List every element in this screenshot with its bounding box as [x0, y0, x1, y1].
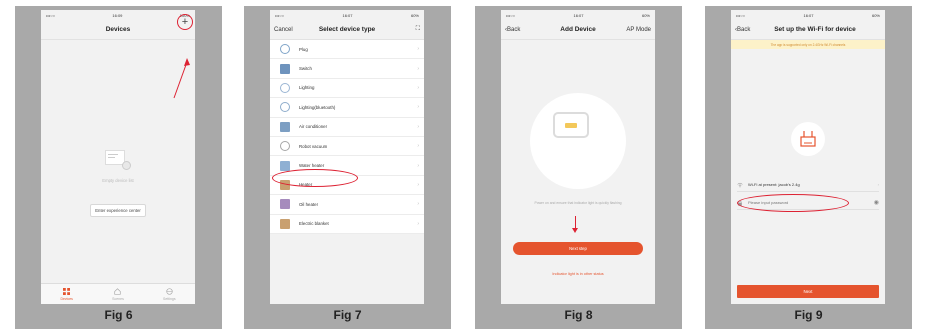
- bulb-icon: [280, 82, 290, 93]
- back-button[interactable]: ‹Back: [505, 27, 520, 33]
- device-type-label: Water heater: [299, 163, 325, 169]
- back-label: Back: [737, 26, 751, 33]
- eye-icon[interactable]: ◉: [874, 199, 879, 206]
- wifi-icon: [737, 182, 743, 187]
- device-type-label: Lighting(bluetooth): [299, 104, 336, 110]
- back-label: Back: [507, 26, 521, 33]
- fig8-panel: •••○○ 16:07 60% ‹Back Add Device AP Mode…: [475, 6, 682, 329]
- carrier-signal: •••○○: [736, 12, 746, 18]
- device-type-label: Oil heater: [299, 201, 319, 207]
- status-time: 16:07: [573, 12, 584, 18]
- figure-label: Fig 8: [564, 308, 593, 322]
- switch-icon: [280, 63, 290, 74]
- air-conditioner-icon: [280, 121, 290, 132]
- back-button[interactable]: ‹Back: [735, 27, 750, 33]
- scan-icon[interactable]: ⛶: [416, 26, 420, 33]
- chevron-right-icon: ›: [417, 104, 419, 111]
- page-title: Add Device: [560, 26, 596, 33]
- carrier-signal: •••○○: [506, 12, 516, 18]
- password-highlight: [737, 194, 849, 212]
- fig8-screen: •••○○ 16:07 60% ‹Back Add Device AP Mode…: [501, 10, 655, 304]
- vacuum-device-icon: [553, 112, 589, 138]
- figure-label: Fig 6: [104, 308, 133, 322]
- chevron-right-icon: ›: [417, 201, 419, 208]
- battery-level: 60%: [641, 12, 650, 18]
- plug-icon: [280, 44, 290, 55]
- device-type-label: Electric blanket: [299, 221, 329, 227]
- chevron-right-icon: ›: [877, 182, 879, 187]
- nav-bar: ‹Back Set up the Wi-Fi for device: [731, 20, 885, 40]
- fig9-screen: •••○○ 16:07 60% ‹Back Set up the Wi-Fi f…: [731, 10, 885, 304]
- device-type-label: Switch: [299, 66, 312, 72]
- cancel-button[interactable]: Cancel: [274, 27, 293, 33]
- fig9-panel: •••○○ 16:07 60% ‹Back Set up the Wi-Fi f…: [705, 6, 912, 329]
- bulb-bluetooth-icon: [280, 102, 290, 113]
- robot-vacuum-highlight: [272, 169, 358, 187]
- device-type-item[interactable]: Electric blanket ›: [270, 214, 424, 234]
- oil-heater-icon: [280, 199, 290, 210]
- device-type-item[interactable]: Plug ›: [270, 40, 424, 60]
- fig6-panel: •••○○ 16:09 100% Devices + Empty device …: [15, 6, 222, 329]
- page-title: Set up the Wi-Fi for device: [774, 26, 856, 33]
- annotation-arrow: [173, 58, 190, 99]
- indicator-light-icon: [565, 123, 577, 128]
- device-type-item[interactable]: Switch ›: [270, 59, 424, 79]
- device-type-item[interactable]: Air conditioner ›: [270, 117, 424, 137]
- battery-level: 60%: [410, 12, 419, 18]
- device-type-label: Robot vacuum: [299, 143, 328, 149]
- device-type-item[interactable]: Oil heater ›: [270, 195, 424, 215]
- status-bar: •••○○ 16:07 60%: [270, 10, 424, 20]
- illustration-circle: [530, 93, 626, 189]
- chevron-right-icon: ›: [417, 162, 419, 169]
- status-time: 16:07: [342, 12, 353, 18]
- status-bar: •••○○ 16:07 60%: [501, 10, 655, 20]
- wifi-network-label: Wi-Fi at present: jacob's 2.4g: [748, 182, 800, 187]
- status-time: 16:07: [803, 12, 814, 18]
- chevron-right-icon: ›: [417, 84, 419, 91]
- wifi-network-row[interactable]: Wi-Fi at present: jacob's 2.4g ›: [737, 178, 879, 192]
- nav-bar: ‹Back Add Device AP Mode: [501, 20, 655, 40]
- device-type-label: Plug: [299, 46, 308, 52]
- chevron-right-icon: ›: [417, 46, 419, 53]
- figure-label: Fig 9: [794, 308, 823, 322]
- figure-label: Fig 7: [333, 308, 362, 322]
- device-type-item[interactable]: Robot vacuum ›: [270, 136, 424, 157]
- nav-bar: Cancel Select device type ⛶: [270, 20, 424, 40]
- chevron-right-icon: ›: [417, 143, 419, 150]
- status-bar: •••○○ 16:07 60%: [731, 10, 885, 20]
- robot-vacuum-icon: [280, 141, 290, 152]
- battery-level: 60%: [871, 12, 880, 18]
- ap-mode-button[interactable]: AP Mode: [626, 27, 651, 33]
- page-title: Select device type: [318, 26, 376, 33]
- next-button[interactable]: Next: [737, 285, 879, 298]
- router-icon: [800, 131, 816, 147]
- other-status-link[interactable]: Indicator light is in other status: [501, 272, 655, 276]
- device-type-list: Plug › Switch › Lighting › Lighting(bluetooth)…: [270, 40, 424, 234]
- chevron-right-icon: ›: [417, 181, 419, 188]
- chevron-right-icon: ›: [417, 123, 419, 130]
- chevron-right-icon: ›: [417, 220, 419, 227]
- instruction-text: Power on and ensure that indicator light…: [534, 201, 622, 205]
- device-type-label: Lighting: [299, 85, 315, 91]
- water-heater-icon: [280, 160, 290, 171]
- router-illustration: [791, 122, 825, 156]
- fig7-panel: •••○○ 16:07 60% Cancel Select device typ…: [244, 6, 451, 329]
- next-step-button[interactable]: Next step: [513, 242, 643, 255]
- wifi-band-notice: The app is supported only on 2.4GHz Wi-F…: [731, 40, 885, 49]
- blanket-icon: [280, 218, 290, 229]
- carrier-signal: •••○○: [275, 12, 285, 18]
- device-type-item[interactable]: Lighting(bluetooth) ›: [270, 98, 424, 118]
- device-type-label: Air conditioner: [299, 124, 328, 130]
- fig7-screen: •••○○ 16:07 60% Cancel Select device typ…: [270, 10, 424, 304]
- arrow-head-icon: [572, 228, 578, 233]
- device-type-item[interactable]: Lighting ›: [270, 78, 424, 99]
- chevron-right-icon: ›: [417, 65, 419, 72]
